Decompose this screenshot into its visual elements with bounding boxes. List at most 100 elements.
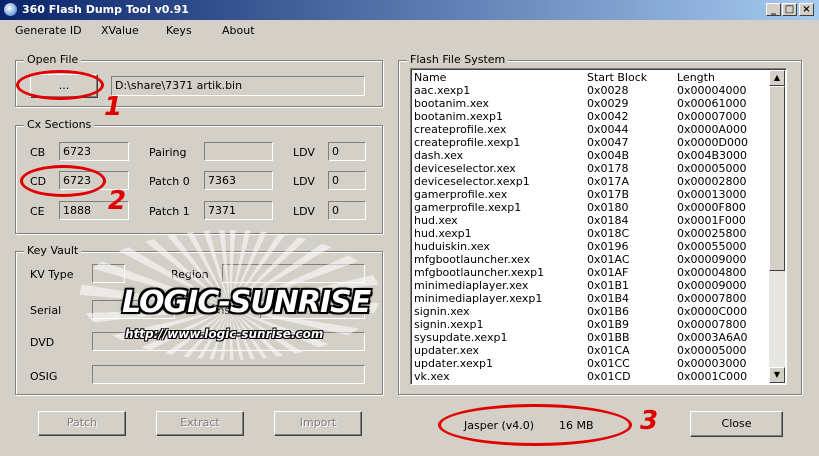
cell-name: gamerprofile.xexp1 [414,201,522,214]
table-row[interactable]: signin.xex 0x01B6 0x0000C000 [414,305,769,318]
table-row[interactable]: hud.xex 0x0184 0x0001F000 [414,214,769,227]
table-row[interactable]: mfgbootlauncher.xexp1 0x01AF 0x00004800 [414,266,769,279]
table-row[interactable]: vk.xex 0x01CD 0x0001C000 [414,370,769,383]
cell-start-block: 0x01BB [587,331,630,344]
table-row[interactable]: huduiskin.xex 0x0196 0x00055000 [414,240,769,253]
table-row[interactable]: createprofile.xex 0x0044 0x0000A000 [414,123,769,136]
open-file-label: Open File [24,53,82,66]
dvd-field[interactable] [92,332,365,351]
list-scrollbar[interactable]: ▲ ▼ [769,70,785,383]
table-row[interactable]: updater.xexp1 0x01CC 0x00003000 [414,357,769,370]
console-label: Console [203,304,247,317]
ldv-field-1[interactable]: 0 [328,142,366,161]
cell-start-block: 0x01B9 [587,318,630,331]
cell-name: signin.xexp1 [414,318,484,331]
table-row[interactable]: bootanim.xex 0x0029 0x00061000 [414,97,769,110]
menu-about[interactable]: About [222,24,255,37]
scroll-down-button[interactable]: ▼ [769,367,785,383]
minimize-button[interactable]: _ [766,3,781,16]
table-row[interactable]: minimediaplayer.xex 0x01B1 0x00009000 [414,279,769,292]
cell-name: mfgbootlauncher.xex [414,253,531,266]
cell-name: mfgbootlauncher.xexp1 [414,266,545,279]
annotation-number-3: 3 [640,406,659,436]
table-row[interactable]: deviceselector.xex 0x0178 0x00005000 [414,162,769,175]
cell-name: createprofile.xex [414,123,507,136]
ldv-field-2[interactable]: 0 [328,171,366,190]
cell-length: 0x00055000 [677,240,747,253]
table-row[interactable]: gamerprofile.xexp1 0x0180 0x0000F800 [414,201,769,214]
region-label: Region [171,268,209,281]
file-path-field[interactable]: D:\share\7371 artik.bin [111,76,365,96]
console-field[interactable] [260,300,365,319]
table-row[interactable]: hud.xexp1 0x018C 0x00025800 [414,227,769,240]
osig-label: OSIG [30,370,58,383]
col-name-header[interactable]: Name [414,71,446,84]
table-row[interactable]: gamerprofile.xex 0x017B 0x00013000 [414,188,769,201]
menu-generate-id[interactable]: Generate ID [15,24,82,37]
cell-length: 0x00009000 [677,279,747,292]
cell-start-block: 0x0047 [587,136,629,149]
cell-name: bootanim.xex [414,97,489,110]
cell-name: updater.xex [414,344,480,357]
table-row[interactable]: dash.xex 0x004B 0x004B3000 [414,149,769,162]
patch0-field[interactable]: 7363 [204,171,273,190]
maximize-button[interactable]: □ [782,3,797,16]
cell-length: 0x00005000 [677,162,747,175]
scroll-thumb[interactable] [769,86,785,271]
kv-type-field[interactable] [92,264,125,283]
cell-name: bootanim.xexp1 [414,110,503,123]
table-row[interactable]: bootanim.xexp1 0x0042 0x00007000 [414,110,769,123]
extract-button[interactable]: Extract [156,411,244,436]
cell-name: gamerprofile.xex [414,188,508,201]
table-row[interactable]: createprofile.xexp1 0x0047 0x0000D000 [414,136,769,149]
osig-field[interactable] [92,365,365,384]
patch-button[interactable]: Patch [38,411,126,436]
table-row[interactable]: minimediaplayer.xexp1 0x01B4 0x00007800 [414,292,769,305]
cell-name: hud.xexp1 [414,227,472,240]
ldv-field-3[interactable]: 0 [328,201,366,220]
cell-start-block: 0x0044 [587,123,629,136]
cell-start-block: 0x017B [587,188,630,201]
cell-length: 0x0000F800 [677,201,746,214]
cb-label: CB [30,146,46,159]
cell-length: 0x00007800 [677,292,747,305]
table-row[interactable]: sysupdate.xexp1 0x01BB 0x0003A6A0 [414,331,769,344]
patch1-field[interactable]: 7371 [204,201,273,220]
flash-fs-label: Flash File System [407,53,509,66]
close-button[interactable]: Close [690,411,783,437]
cell-name: aac.xexp1 [414,84,471,97]
cell-name: sysupdate.xexp1 [414,331,508,344]
menu-xvalue[interactable]: XValue [101,24,139,37]
cell-length: 0x0001F000 [677,214,746,227]
cell-start-block: 0x018C [587,227,630,240]
file-list[interactable]: Name Start Block Length aac.xexp1 0x0028 0… [410,68,787,385]
table-row[interactable]: aac.xexp1 0x0028 0x00004000 [414,84,769,97]
serial-field[interactable] [92,300,175,319]
cell-length: 0x0003A6A0 [677,331,748,344]
cell-name: minimediaplayer.xex [414,279,529,292]
key-vault-label: Key Vault [24,244,82,257]
cb-field[interactable]: 6723 [59,142,129,161]
table-row[interactable]: updater.xex 0x01CA 0x00005000 [414,344,769,357]
cell-length: 0x00013000 [677,188,747,201]
cell-start-block: 0x01CA [587,344,630,357]
region-field[interactable] [222,264,365,283]
title-bar[interactable]: 360 Flash Dump Tool v0.91 _ □ × [0,0,819,20]
menu-bar: Generate ID XValue Keys About [0,20,819,42]
pairing-field[interactable] [204,142,273,161]
col-length-header[interactable]: Length [677,71,715,84]
ldv-label-2: LDV [293,175,315,188]
scroll-up-button[interactable]: ▲ [769,70,785,86]
annotation-ellipse-2 [20,165,106,197]
table-row[interactable]: deviceselector.xexp1 0x017A 0x00002800 [414,175,769,188]
close-window-button[interactable]: × [799,3,814,16]
dvd-label: DVD [30,336,55,349]
table-row[interactable]: mfgbootlauncher.xex 0x01AC 0x00009000 [414,253,769,266]
import-button[interactable]: Import [274,411,362,436]
menu-keys[interactable]: Keys [166,24,192,37]
table-row[interactable]: signin.xexp1 0x01B9 0x00007800 [414,318,769,331]
cell-start-block: 0x0184 [587,214,629,227]
cell-start-block: 0x0028 [587,84,629,97]
cell-start-block: 0x01B4 [587,292,630,305]
col-start-block-header[interactable]: Start Block [587,71,647,84]
